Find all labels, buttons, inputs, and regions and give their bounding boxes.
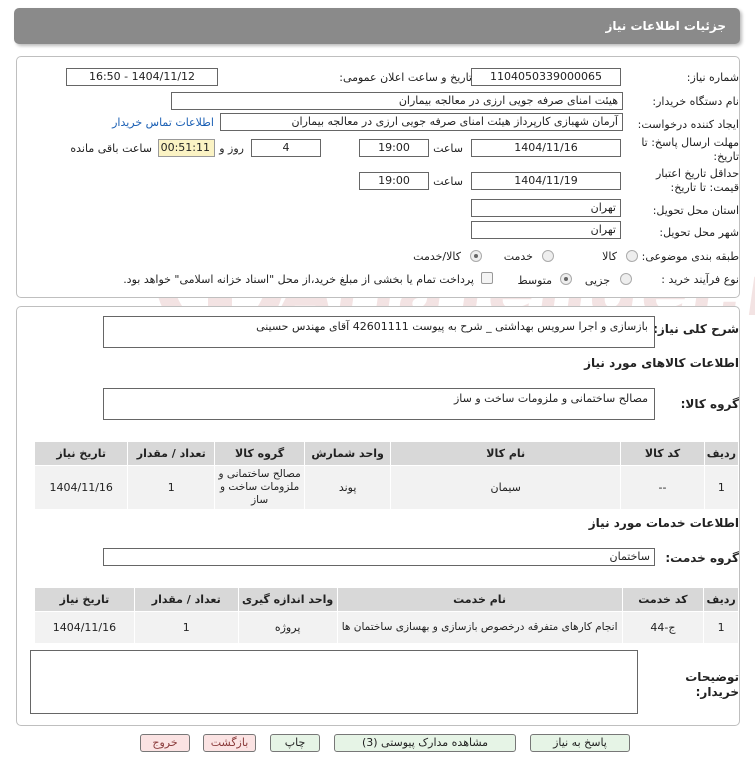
buyer-org-field: هیئت امنای صرفه جویی ارزی در معالجه بیما… — [171, 92, 623, 110]
validity-time-field: 19:00 — [359, 172, 429, 190]
announce-label: تاریخ و ساعت اعلان عمومی: — [339, 71, 472, 84]
back-button[interactable]: بازگشت — [203, 734, 256, 752]
services-col-unit: واحد اندازه گیری — [237, 587, 338, 612]
exit-button[interactable]: خروج — [140, 734, 190, 752]
remaining-label: ساعت باقی مانده — [70, 142, 152, 155]
goods-col-qty: تعداد / مقدار — [127, 441, 216, 466]
services-table: ردیف کد خدمت نام خدمت واحد اندازه گیری ت… — [34, 587, 739, 644]
services-cell-unit: پروژه — [237, 611, 338, 644]
validity-time-label: ساعت — [433, 175, 463, 188]
goods-cell-unit: پوند — [304, 465, 392, 510]
deadline-date-field: 1404/11/16 — [471, 139, 621, 157]
goods-cell-row: 1 — [703, 465, 740, 510]
goods-col-group: گروه کالا — [214, 441, 306, 466]
print-button[interactable]: چاپ — [270, 734, 320, 752]
services-cell-row: 1 — [703, 611, 739, 644]
services-col-qty: تعداد / مقدار — [133, 587, 239, 612]
category-option-service: خدمت — [503, 250, 533, 263]
creator-label: ایجاد کننده درخواست: — [637, 118, 739, 131]
services-group-label: گروه خدمت: — [665, 551, 739, 565]
view-attachments-button[interactable]: مشاهده مدارک پیوستی (3) — [334, 734, 516, 752]
process-option-minor: جزیی — [584, 274, 610, 287]
deadline-time-field: 19:00 — [359, 139, 429, 157]
services-col-date: تاریخ نیاز — [34, 587, 135, 612]
description-field: بازسازی و اجرا سرویس بهداشتی _ شرح به پی… — [103, 316, 655, 348]
description-label: شرح کلی نیاز: — [653, 322, 739, 336]
process-radio-medium[interactable] — [560, 273, 572, 285]
goods-table: ردیف کد کالا نام کالا واحد شمارش گروه کا… — [33, 441, 740, 510]
city-field: تهران — [471, 221, 621, 239]
city-label: شهر محل تحویل: — [659, 226, 739, 239]
category-radio-goods[interactable] — [626, 250, 638, 262]
category-option-both: کالا/خدمت — [413, 250, 461, 263]
goods-cell-group: مصالح ساختمانی و ملزومات ساخت و ساز — [214, 465, 306, 510]
validity-date-field: 1404/11/19 — [471, 172, 621, 190]
payment-checkbox[interactable] — [481, 272, 493, 284]
category-label: طبقه بندی موضوعی: — [641, 250, 739, 263]
services-cell-date: 1404/11/16 — [34, 611, 135, 644]
need-number-label: شماره نیاز: — [686, 71, 739, 84]
goods-cell-date: 1404/11/16 — [33, 465, 129, 510]
need-number-field: 1104050339000065 — [471, 68, 621, 86]
services-cell-name: انجام کارهای متفرقه درخصوص بازسازی و بهس… — [336, 611, 623, 644]
services-cell-qty: 1 — [133, 611, 239, 644]
page-header: جزئیات اطلاعات نیاز — [14, 8, 740, 44]
services-col-row: ردیف — [703, 587, 739, 612]
services-cell-code: ج-44 — [621, 611, 705, 644]
goods-section-title: اطلاعات کالاهای مورد نیاز — [584, 356, 739, 370]
remaining-time-field: 00:51:11 — [158, 139, 215, 157]
days-field: 4 — [251, 139, 321, 157]
days-label: روز و — [219, 142, 244, 155]
category-radio-service[interactable] — [542, 250, 554, 262]
category-radio-both[interactable] — [470, 250, 482, 262]
services-group-field: ساختمان — [103, 548, 655, 566]
goods-col-row: ردیف — [703, 441, 740, 466]
payment-note: پرداخت تمام یا بخشی از مبلغ خرید،از محل … — [123, 273, 474, 286]
process-label: نوع فرآیند خرید : — [661, 273, 739, 286]
deadline-time-label: ساعت — [433, 142, 463, 155]
goods-table-header: ردیف کد کالا نام کالا واحد شمارش گروه کا… — [33, 441, 740, 466]
services-table-header: ردیف کد خدمت نام خدمت واحد اندازه گیری ت… — [34, 587, 739, 612]
buyer-notes-label: توضیحات خریدار: — [685, 670, 739, 699]
goods-col-code: کد کالا — [620, 441, 705, 466]
goods-col-unit: واحد شمارش — [304, 441, 392, 466]
province-field: تهران — [471, 199, 621, 217]
buyer-notes-field — [30, 650, 638, 714]
reply-button[interactable]: پاسخ به نیاز — [530, 734, 630, 752]
goods-col-name: نام کالا — [390, 441, 622, 466]
province-label: استان محل تحویل: — [652, 204, 739, 217]
table-row: 1 ج-44 انجام کارهای متفرقه درخصوص بازساز… — [34, 611, 739, 644]
services-col-name: نام خدمت — [336, 587, 623, 612]
goods-col-date: تاریخ نیاز — [33, 441, 129, 466]
goods-cell-name: سیمان — [390, 465, 622, 510]
goods-cell-qty: 1 — [127, 465, 216, 510]
process-option-medium: متوسط — [517, 274, 552, 287]
creator-field: آرمان شهبازی کارپرداز هیئت امنای صرفه جو… — [220, 113, 623, 131]
deadline-label: مهلت ارسال پاسخ: تا تاریخ: — [641, 136, 739, 163]
goods-group-label: گروه کالا: — [680, 397, 739, 411]
validity-label: حداقل تاریخ اعتبار قیمت: تا تاریخ: — [655, 167, 739, 194]
goods-cell-code: -- — [620, 465, 705, 510]
page-title: جزئیات اطلاعات نیاز — [605, 19, 726, 33]
announce-field: 1404/11/12 - 16:50 — [66, 68, 218, 86]
services-section-title: اطلاعات خدمات مورد نیاز — [588, 516, 739, 530]
services-col-code: کد خدمت — [621, 587, 705, 612]
process-radio-minor[interactable] — [620, 273, 632, 285]
table-row: 1 -- سیمان پوند مصالح ساختمانی و ملزومات… — [33, 465, 740, 510]
category-option-goods: کالا — [602, 250, 617, 263]
contact-buyer-link[interactable]: اطلاعات تماس خریدار — [112, 116, 214, 129]
buyer-org-label: نام دستگاه خریدار: — [652, 95, 739, 108]
goods-group-field: مصالح ساختمانی و ملزومات ساخت و ساز — [103, 388, 655, 420]
